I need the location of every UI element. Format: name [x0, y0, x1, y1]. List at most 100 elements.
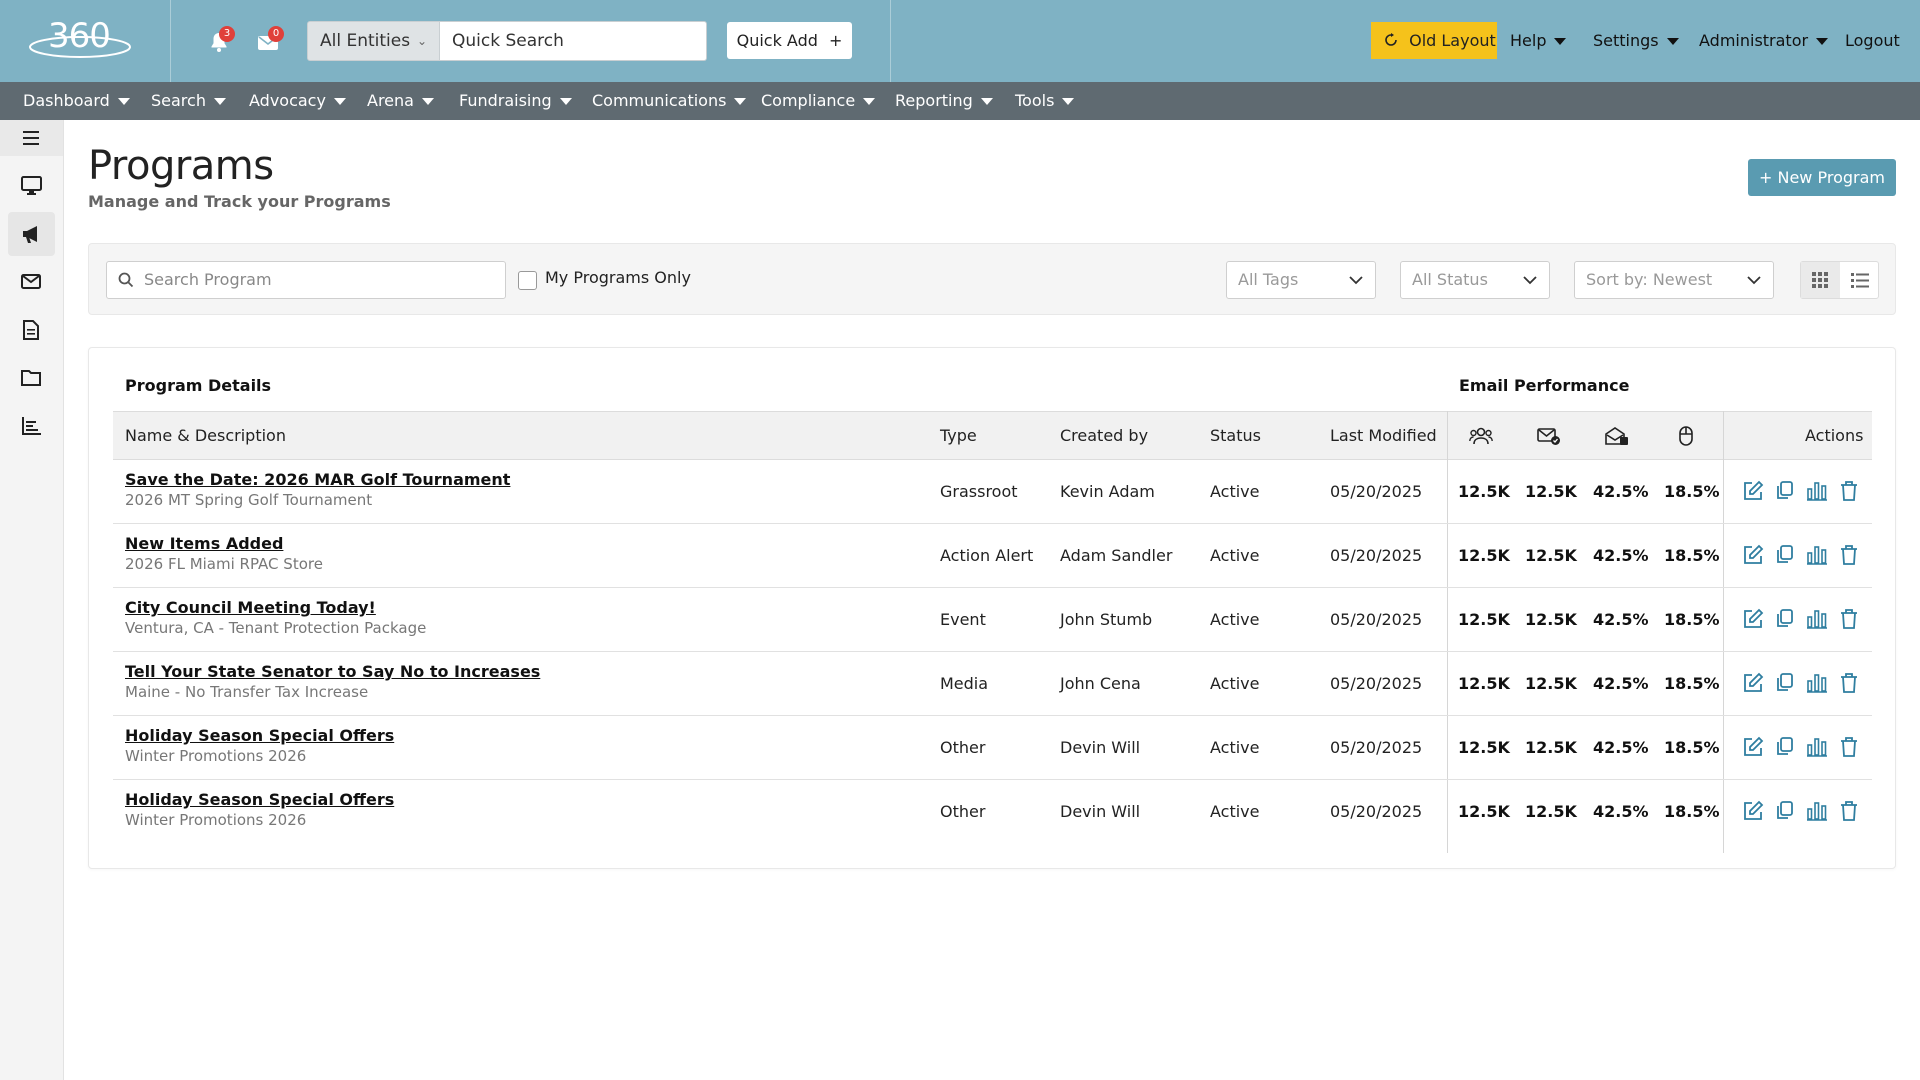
app-logo[interactable]: 360 [26, 14, 134, 64]
caret-down-icon [734, 98, 747, 105]
clicked-icon [1677, 426, 1695, 450]
sidebar-toggle[interactable] [0, 120, 63, 156]
grid-icon [1812, 272, 1828, 288]
metric-open-rate: 42.5% [1593, 610, 1649, 629]
quick-search-input[interactable]: Quick Search [440, 21, 707, 61]
nav-label: Advocacy [249, 91, 326, 110]
sidebar-item-documents[interactable] [8, 308, 55, 352]
sidebar-item-folders[interactable] [8, 356, 55, 400]
edit-button[interactable] [1742, 480, 1764, 502]
program-type: Other [940, 802, 986, 821]
program-name-link[interactable]: City Council Meeting Today! [125, 598, 376, 617]
stats-button[interactable] [1806, 736, 1828, 758]
program-name-link[interactable]: Holiday Season Special Offers [125, 726, 394, 745]
nav-label: Arena [367, 91, 414, 110]
search-program-input[interactable]: Search Program [106, 261, 506, 299]
nav-label: Tools [1015, 91, 1055, 110]
sidebar-item-reports[interactable] [8, 404, 55, 448]
stats-button[interactable] [1806, 544, 1828, 566]
megaphone-icon [23, 226, 37, 243]
recipients-icon [1469, 426, 1493, 450]
sort-dropdown[interactable]: Sort by: Newest [1574, 261, 1774, 299]
tags-dropdown[interactable]: All Tags [1226, 261, 1376, 299]
caret-down-icon [863, 98, 876, 105]
edit-button[interactable] [1742, 800, 1764, 822]
duplicate-button[interactable] [1774, 608, 1796, 630]
program-created-by: John Stumb [1060, 610, 1153, 629]
nav-communications[interactable]: Communications [592, 82, 747, 120]
edit-button[interactable] [1742, 608, 1764, 630]
settings-menu[interactable]: Settings [1593, 22, 1679, 59]
nav-compliance[interactable]: Compliance [761, 82, 876, 120]
quick-add-button[interactable]: Quick Add + [727, 22, 852, 59]
duplicate-button[interactable] [1774, 544, 1796, 566]
col-name: Name & Description [125, 426, 286, 445]
table-row: City Council Meeting Today! Ventura, CA … [113, 588, 1872, 652]
program-last-modified: 05/20/2025 [1330, 738, 1423, 757]
delete-button[interactable] [1838, 800, 1860, 822]
duplicate-button[interactable] [1774, 736, 1796, 758]
email-performance-header: Email Performance [1459, 376, 1630, 395]
new-program-button[interactable]: + New Program [1748, 159, 1896, 196]
caret-down-icon [980, 98, 993, 105]
stats-button[interactable] [1806, 672, 1828, 694]
nav-label: Dashboard [23, 91, 110, 110]
page-subtitle: Manage and Track your Programs [88, 192, 391, 211]
nav-fundraising[interactable]: Fundraising [459, 82, 572, 120]
program-created-by: Adam Sandler [1060, 546, 1173, 565]
delete-button[interactable] [1838, 608, 1860, 630]
nav-arena[interactable]: Arena [367, 82, 434, 120]
stats-button[interactable] [1806, 608, 1828, 630]
nav-tools[interactable]: Tools [1015, 82, 1075, 120]
program-name-link[interactable]: Holiday Season Special Offers [125, 790, 394, 809]
edit-button[interactable] [1742, 736, 1764, 758]
old-layout-button[interactable]: Old Layout [1371, 22, 1497, 59]
delete-button[interactable] [1838, 672, 1860, 694]
table-row: New Items Added 2026 FL Miami RPAC Store… [113, 524, 1872, 588]
program-status: Active [1210, 802, 1260, 821]
grid-view-button[interactable] [1801, 262, 1840, 298]
bar-chart-icon [1807, 610, 1827, 629]
nav-label: Reporting [895, 91, 973, 110]
trash-icon [1841, 801, 1857, 821]
metric-recipients: 12.5K [1458, 482, 1510, 501]
nav-reporting[interactable]: Reporting [895, 82, 993, 120]
program-name-link[interactable]: New Items Added [125, 534, 283, 553]
duplicate-button[interactable] [1774, 480, 1796, 502]
metric-recipients: 12.5K [1458, 674, 1510, 693]
edit-button[interactable] [1742, 544, 1764, 566]
delete-button[interactable] [1838, 544, 1860, 566]
program-details-header: Program Details [125, 376, 272, 395]
my-programs-checkbox[interactable] [518, 271, 537, 290]
nav-advocacy[interactable]: Advocacy [249, 82, 346, 120]
stats-button[interactable] [1806, 800, 1828, 822]
program-name-link[interactable]: Tell Your State Senator to Say No to Inc… [125, 662, 540, 681]
sidebar-item-email[interactable] [8, 260, 55, 304]
notifications-button[interactable]: 3 [207, 26, 235, 56]
help-menu[interactable]: Help [1510, 22, 1567, 59]
sidebar-item-programs[interactable] [8, 212, 55, 256]
logout-link[interactable]: Logout [1845, 22, 1900, 59]
delete-button[interactable] [1838, 736, 1860, 758]
old-layout-label: Old Layout [1409, 31, 1496, 50]
program-description: 2026 FL Miami RPAC Store [125, 555, 323, 573]
nav-search[interactable]: Search [151, 82, 226, 120]
messages-button[interactable]: 0 [256, 26, 284, 56]
edit-button[interactable] [1742, 672, 1764, 694]
duplicate-button[interactable] [1774, 800, 1796, 822]
program-name-link[interactable]: Save the Date: 2026 MAR Golf Tournament [125, 470, 510, 489]
duplicate-button[interactable] [1774, 672, 1796, 694]
program-type: Event [940, 610, 986, 629]
list-view-button[interactable] [1840, 262, 1879, 298]
administrator-menu[interactable]: Administrator [1699, 22, 1829, 59]
sidebar-item-dashboard[interactable] [8, 164, 55, 208]
trash-icon [1841, 609, 1857, 629]
page-title: Programs [88, 143, 274, 189]
stats-button[interactable] [1806, 480, 1828, 502]
status-dropdown[interactable]: All Status [1400, 261, 1550, 299]
delete-button[interactable] [1838, 480, 1860, 502]
metric-recipients: 12.5K [1458, 802, 1510, 821]
program-created-by: John Cena [1060, 674, 1141, 693]
nav-dashboard[interactable]: Dashboard [23, 82, 130, 120]
entity-select[interactable]: All Entities ⌄ [307, 21, 440, 61]
